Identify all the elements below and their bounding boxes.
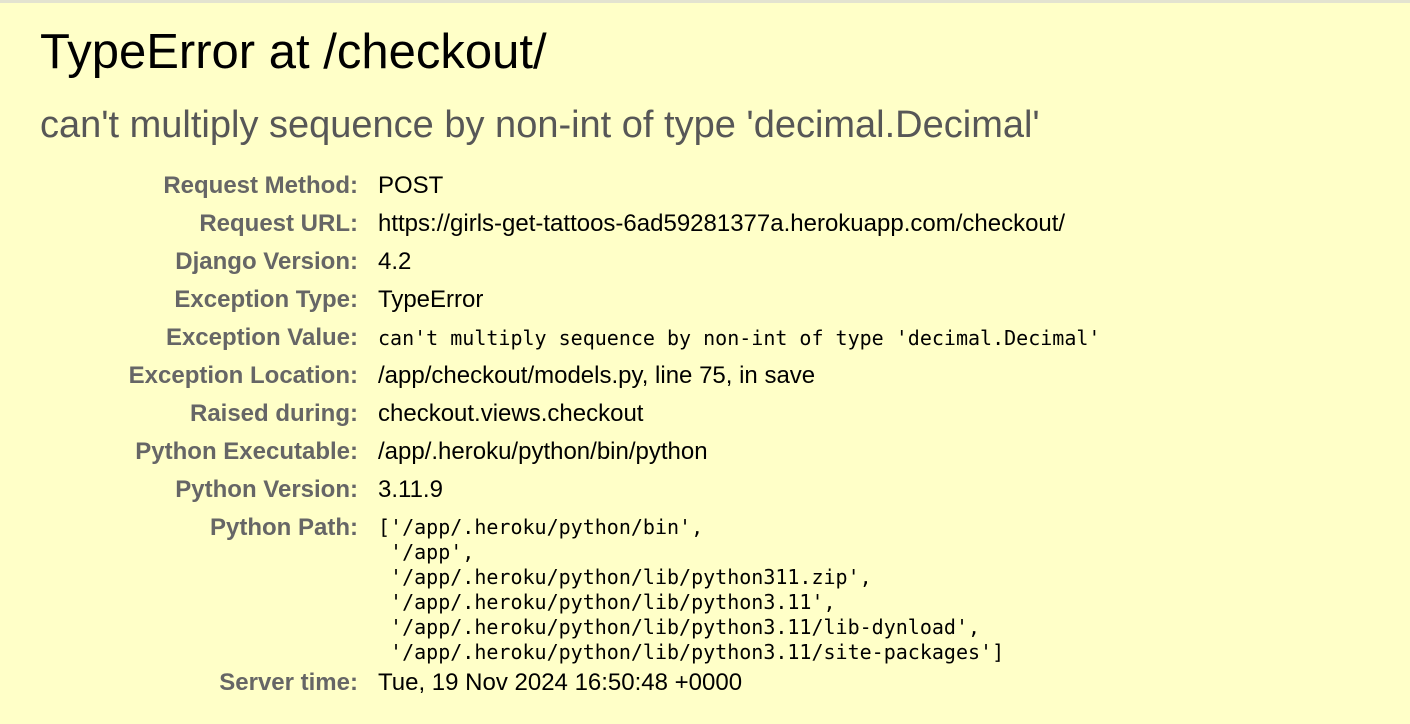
meta-row-python-executable: Python Executable: /app/.heroku/python/b… bbox=[40, 434, 1100, 472]
meta-value: ['/app/.heroku/python/bin', '/app', '/ap… bbox=[378, 510, 1100, 665]
meta-label: Django Version: bbox=[175, 248, 358, 275]
meta-value: /app/checkout/models.py, line 75, in sav… bbox=[378, 362, 816, 389]
meta-row-raised-during: Raised during: checkout.views.checkout bbox=[40, 396, 1100, 434]
meta-value: POST bbox=[378, 172, 444, 199]
meta-label: Exception Type: bbox=[174, 286, 358, 313]
python-path-list: ['/app/.heroku/python/bin', '/app', '/ap… bbox=[378, 515, 1005, 664]
meta-label: Request Method: bbox=[163, 172, 358, 199]
exception-message: can't multiply sequence by non-int of ty… bbox=[40, 104, 1040, 146]
meta-row-django-version: Django Version: 4.2 bbox=[40, 244, 1100, 282]
top-border bbox=[0, 0, 1410, 3]
meta-value: checkout.views.checkout bbox=[378, 400, 644, 427]
page-title: TypeError at /checkout/ bbox=[40, 25, 547, 79]
meta-label: Server time: bbox=[219, 669, 358, 696]
meta-row-exception-type: Exception Type: TypeError bbox=[40, 282, 1100, 320]
meta-label: Exception Value: bbox=[165, 324, 358, 351]
meta-value: 4.2 bbox=[378, 248, 412, 275]
meta-label: Request URL: bbox=[199, 210, 358, 237]
meta-row-python-path: Python Path: ['/app/.heroku/python/bin',… bbox=[40, 510, 1100, 665]
meta-value: 3.11.9 bbox=[378, 476, 443, 503]
request-meta-table: Request Method: POST Request URL: https:… bbox=[40, 168, 1101, 703]
meta-label: Python Version: bbox=[175, 476, 358, 503]
meta-label: Raised during: bbox=[189, 400, 358, 427]
meta-value: https://girls-get-tattoos-6ad59281377a.h… bbox=[378, 210, 1066, 237]
meta-value: Tue, 19 Nov 2024 16:50:48 +0000 bbox=[378, 669, 743, 696]
meta-label: Exception Location: bbox=[128, 362, 358, 389]
meta-row-request-url: Request URL: https://girls-get-tattoos-6… bbox=[40, 206, 1100, 244]
meta-row-exception-location: Exception Location: /app/checkout/models… bbox=[40, 358, 1100, 396]
meta-row-python-version: Python Version: 3.11.9 bbox=[40, 472, 1100, 510]
meta-value: /app/.heroku/python/bin/python bbox=[378, 438, 708, 465]
meta-value: TypeError bbox=[378, 286, 484, 313]
meta-value: can't multiply sequence by non-int of ty… bbox=[378, 326, 1101, 350]
meta-row-server-time: Server time: Tue, 19 Nov 2024 16:50:48 +… bbox=[40, 665, 1100, 703]
meta-row-request-method: Request Method: POST bbox=[40, 168, 1100, 206]
meta-label: Python Path: bbox=[210, 514, 358, 541]
meta-label: Python Executable: bbox=[135, 438, 358, 465]
meta-row-exception-value: Exception Value: can't multiply sequence… bbox=[40, 320, 1101, 358]
